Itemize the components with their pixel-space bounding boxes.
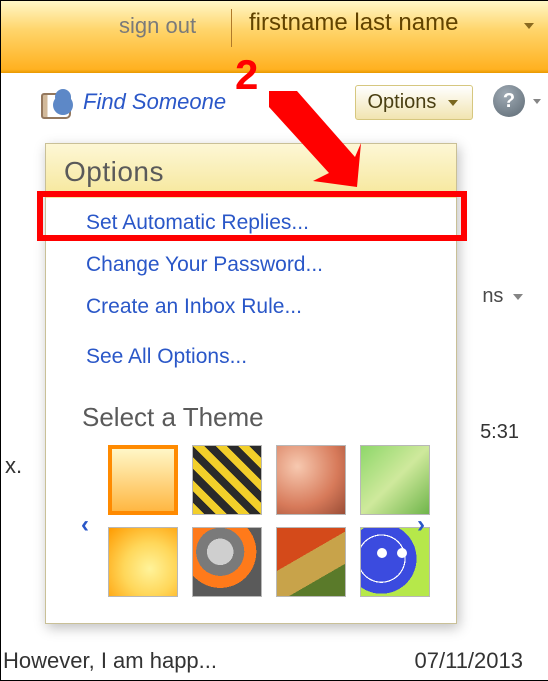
app-frame: sign out firstname last name Find Someon… xyxy=(0,0,548,681)
options-dropdown-panel: Options Set Automatic Replies... Change … xyxy=(45,143,457,624)
topbar-divider xyxy=(231,9,232,47)
options-panel-title: Options xyxy=(46,144,456,198)
options-button[interactable]: Options xyxy=(355,85,474,120)
top-bar: sign out firstname last name xyxy=(1,1,548,73)
theme-tile-7[interactable] xyxy=(276,527,346,597)
chevron-down-icon xyxy=(448,100,458,106)
annotation-step-number: 2 xyxy=(235,51,258,99)
theme-tile-3[interactable] xyxy=(276,445,346,515)
theme-tile-6[interactable] xyxy=(192,527,262,597)
help-button[interactable]: ? xyxy=(493,85,525,117)
select-theme-heading: Select a Theme xyxy=(46,384,456,441)
message-preview-row[interactable]: However, I am happ... 07/11/2013 xyxy=(3,648,547,674)
theme-next-arrow[interactable]: › xyxy=(406,511,436,539)
toolbar: Find Someone Options ? xyxy=(1,91,548,137)
theme-tile-2[interactable] xyxy=(192,445,262,515)
message-preview-text: However, I am happ... xyxy=(3,648,217,673)
theme-picker: ‹ › xyxy=(46,441,456,623)
background-time-fragment: 5:31 xyxy=(480,421,519,444)
help-icon: ? xyxy=(503,90,515,112)
user-name-menu[interactable]: firstname last name xyxy=(249,9,458,37)
options-button-label: Options xyxy=(368,91,437,113)
background-dropdown-fragment[interactable]: ns xyxy=(482,285,523,308)
theme-tile-1[interactable] xyxy=(108,445,178,515)
chevron-down-icon xyxy=(533,99,541,104)
menu-item-create-inbox-rule[interactable]: Create an Inbox Rule... xyxy=(46,286,456,328)
address-book-icon xyxy=(41,91,75,121)
menu-item-change-password[interactable]: Change Your Password... xyxy=(46,244,456,286)
menu-item-see-all-options[interactable]: See All Options... xyxy=(46,336,456,378)
options-menu: Set Automatic Replies... Change Your Pas… xyxy=(46,198,456,384)
find-someone-link[interactable]: Find Someone xyxy=(83,89,226,115)
theme-tile-4[interactable] xyxy=(360,445,430,515)
menu-item-set-automatic-replies[interactable]: Set Automatic Replies... xyxy=(46,202,456,244)
theme-prev-arrow[interactable]: ‹ xyxy=(70,511,100,539)
message-date: 07/11/2013 xyxy=(415,648,523,674)
sign-out-link[interactable]: sign out xyxy=(119,13,196,39)
theme-tile-5[interactable] xyxy=(108,527,178,597)
chevron-down-icon xyxy=(524,23,534,29)
chevron-down-icon xyxy=(513,294,523,300)
background-text-fragment: x. xyxy=(5,453,22,479)
